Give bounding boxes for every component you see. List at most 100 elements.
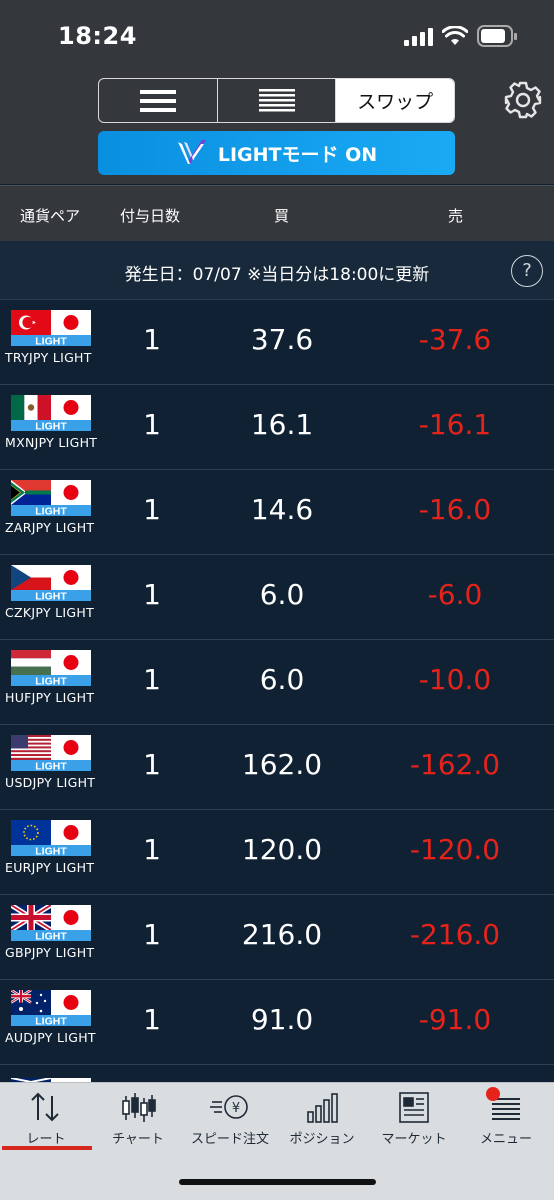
light-badge: LIGHT	[35, 506, 67, 517]
light-badge: LIGHT	[35, 761, 67, 772]
column-sell[interactable]: 売	[448, 205, 463, 226]
column-days[interactable]: 付与日数	[120, 205, 180, 226]
signal-icon	[404, 28, 433, 46]
light-logo-icon	[177, 140, 206, 164]
buy-swap-value: 14.6	[250, 493, 314, 526]
column-pair[interactable]: 通貨ペア	[20, 205, 80, 226]
swap-row[interactable]: LIGHT CZKJPY LIGHT 1 6.0 -6.0	[0, 554, 554, 640]
tab-market-label: マーケット	[381, 1132, 447, 1147]
days-value: 1	[143, 408, 161, 441]
swap-row[interactable]: LIGHT ZARJPY LIGHT 1 14.6 -16.0	[0, 469, 554, 555]
pair-name: TRYJPY LIGHT	[5, 350, 92, 365]
swap-row[interactable]: LIGHT GBPJPY LIGHT 1 216.0 -216.0	[0, 894, 554, 980]
light-badge: LIGHT	[35, 676, 67, 687]
flag-eur-jpy-icon: LIGHT	[11, 820, 91, 856]
light-badge: LIGHT	[35, 421, 67, 432]
swap-row[interactable]: LIGHT AUDJPY LIGHT 1 91.0 -91.0	[0, 979, 554, 1065]
tab-speed-order[interactable]: ¥ スピード注文	[184, 1090, 276, 1150]
list-view-dense-button[interactable]	[216, 79, 336, 122]
swap-view-button[interactable]: スワップ	[335, 79, 454, 122]
list-compact-icon	[139, 89, 176, 112]
days-value: 1	[143, 663, 161, 696]
tab-menu-label: メニュー	[479, 1132, 532, 1147]
tab-menu[interactable]: メニュー	[460, 1090, 552, 1150]
status-time: 18:24	[58, 22, 137, 50]
wifi-icon	[442, 26, 468, 45]
sell-swap-value: -216.0	[409, 918, 501, 951]
tab-chart[interactable]: チャート	[92, 1090, 184, 1150]
pair-name: USDJPY LIGHT	[5, 775, 96, 790]
swap-row[interactable]: LIGHT EURJPY LIGHT 1 120.0 -120.0	[0, 809, 554, 895]
swap-row[interactable]: LIGHT USDJPY LIGHT 1 162.0 -162.0	[0, 724, 554, 810]
days-value: 1	[143, 833, 161, 866]
list-view-compact-button[interactable]	[99, 79, 217, 122]
flag-czk-jpy-icon: LIGHT	[11, 565, 91, 601]
battery-icon	[477, 25, 517, 47]
home-indicator[interactable]	[179, 1179, 376, 1185]
days-value: 1	[143, 918, 161, 951]
buy-swap-value: 16.1	[250, 408, 314, 441]
days-value: 1	[143, 578, 161, 611]
swap-row[interactable]: LIGHT MXNJPY LIGHT 1 16.1 -16.1	[0, 384, 554, 470]
buy-swap-value: 120.0	[241, 833, 323, 866]
flag-huf-jpy-icon: LIGHT	[11, 650, 91, 686]
rate-arrows-icon	[31, 1092, 59, 1122]
sell-swap-value: -16.0	[418, 493, 492, 526]
sell-swap-value: -6.0	[427, 578, 483, 611]
help-button[interactable]: ?	[511, 255, 543, 287]
tab-speed-order-label: スピード注文	[190, 1132, 269, 1147]
tab-market[interactable]: マーケット	[368, 1090, 460, 1150]
sell-swap-value: -162.0	[409, 748, 501, 781]
pair-name: HUFJPY LIGHT	[5, 690, 95, 705]
buy-swap-value: 6.0	[259, 663, 305, 696]
pair-name: CZKJPY LIGHT	[5, 605, 95, 620]
light-badge: LIGHT	[35, 591, 67, 602]
notification-badge	[486, 1087, 500, 1101]
buy-swap-value: 6.0	[259, 578, 305, 611]
pair-name: EURJPY LIGHT	[5, 860, 95, 875]
days-value: 1	[143, 748, 161, 781]
pair-name: AUDJPY LIGHT	[5, 1030, 96, 1045]
sell-swap-value: -16.1	[418, 408, 492, 441]
swap-row[interactable]: LIGHT TRYJPY LIGHT 1 37.6 -37.6	[0, 299, 554, 385]
list-dense-icon	[258, 88, 295, 111]
swap-date-text: 発生日：07/07 ※当日分は18:00に更新	[124, 265, 430, 285]
column-buy[interactable]: 買	[274, 205, 289, 226]
active-tab-indicator	[2, 1146, 92, 1150]
sell-swap-value: -91.0	[418, 1003, 492, 1036]
flag-mxn-jpy-icon: LIGHT	[11, 395, 91, 431]
light-mode-label: LIGHTモード ON	[217, 143, 378, 166]
tab-position[interactable]: ポジション	[276, 1090, 368, 1150]
buy-swap-value: 216.0	[241, 918, 323, 951]
pair-name: MXNJPY LIGHT	[5, 435, 98, 450]
market-news-icon	[399, 1092, 429, 1123]
flag-zar-jpy-icon: LIGHT	[11, 480, 91, 516]
swap-row[interactable]: LIGHT HUFJPY LIGHT 1 6.0 -10.0	[0, 639, 554, 725]
next-row-peek	[0, 1070, 554, 1082]
days-value: 1	[143, 1003, 161, 1036]
position-bars-icon	[307, 1093, 338, 1123]
tab-position-label: ポジション	[289, 1132, 355, 1147]
buy-swap-value: 37.6	[250, 323, 314, 356]
days-value: 1	[143, 323, 161, 356]
light-badge: LIGHT	[35, 1016, 67, 1027]
days-value: 1	[143, 493, 161, 526]
light-mode-toggle-button[interactable]: LIGHTモード ON	[98, 131, 455, 175]
light-badge: LIGHT	[35, 846, 67, 857]
light-badge: LIGHT	[35, 931, 67, 942]
sell-swap-value: -37.6	[418, 323, 492, 356]
sell-swap-value: -10.0	[418, 663, 492, 696]
display-mode-segmented-control: スワップ	[98, 78, 455, 123]
tab-chart-label: チャート	[112, 1132, 164, 1147]
flag-gbp-jpy-icon: LIGHT	[11, 905, 91, 941]
light-badge: LIGHT	[35, 336, 67, 347]
pair-name: GBPJPY LIGHT	[5, 945, 95, 960]
candlestick-chart-icon	[122, 1093, 156, 1122]
buy-swap-value: 162.0	[241, 748, 323, 781]
sell-swap-value: -120.0	[409, 833, 501, 866]
gear-icon[interactable]	[503, 80, 543, 120]
svg-text:¥: ¥	[232, 1101, 240, 1116]
tab-rate[interactable]: レート	[0, 1090, 92, 1150]
buy-swap-value: 91.0	[250, 1003, 314, 1036]
speed-order-icon: ¥	[210, 1095, 248, 1119]
